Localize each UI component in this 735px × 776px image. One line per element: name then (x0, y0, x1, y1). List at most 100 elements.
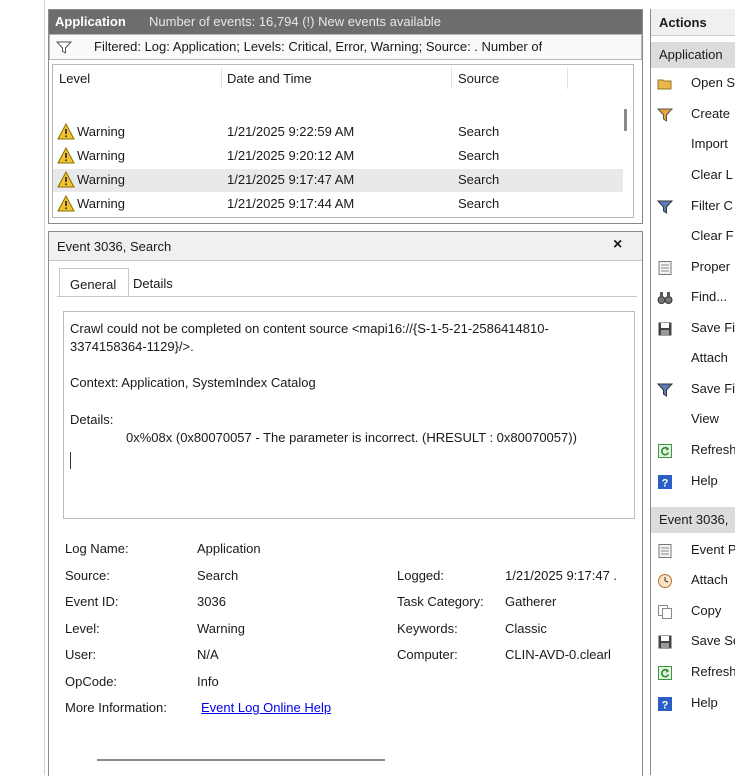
more-info-label: More Information: (65, 700, 167, 715)
warning-icon (57, 170, 75, 191)
event-count: Number of events: 16,794 (!) New events … (149, 14, 441, 29)
column-header-date[interactable]: Date and Time (227, 71, 312, 86)
actions-section-application[interactable]: Application (651, 42, 735, 68)
action-view[interactable]: View (651, 406, 735, 434)
event-id-value: 3036 (197, 594, 226, 609)
warning-icon (57, 146, 75, 167)
svg-text:?: ? (662, 478, 669, 490)
navigation-pane (0, 0, 45, 775)
action-clear-filter[interactable]: Clear F (651, 223, 735, 251)
horizontal-scrollbar[interactable] (97, 759, 385, 761)
row-source: Search (458, 172, 500, 187)
vertical-scrollbar[interactable] (624, 109, 627, 131)
action-label: Event P (691, 542, 735, 557)
column-divider[interactable] (451, 67, 452, 89)
action-event-properties[interactable]: Event P (651, 537, 735, 565)
action-help-event[interactable]: ? Help (651, 690, 735, 718)
description-line: Crawl could not be completed on content … (70, 321, 549, 336)
task-category-label: Task Category: (397, 594, 484, 609)
action-label: View (691, 411, 719, 426)
keywords-value: Classic (505, 621, 547, 636)
save-icon (657, 634, 673, 650)
properties-icon (657, 260, 673, 276)
action-refresh-event[interactable]: Refresh (651, 659, 735, 687)
log-name-value: Application (197, 541, 261, 556)
action-save-filtered-log[interactable]: Save Fi (651, 315, 735, 343)
filter-bar: Filtered: Log: Application; Levels: Crit… (49, 34, 642, 60)
filter-icon (55, 39, 73, 58)
action-save-filter[interactable]: Save Fi (651, 376, 735, 404)
close-icon[interactable]: × (613, 236, 622, 254)
detail-title: Event 3036, Search (57, 239, 172, 254)
action-label: Save Se (691, 633, 735, 648)
user-label: User: (65, 647, 97, 662)
actions-title: Actions (659, 15, 707, 30)
action-label: Proper (691, 259, 731, 274)
action-label: Help (691, 695, 718, 710)
user-value: N/A (197, 647, 219, 662)
logged-value: 1/21/2025 9:17:47 . (505, 568, 618, 583)
opcode-label: OpCode: (65, 674, 118, 689)
column-divider[interactable] (221, 67, 222, 89)
row-date: 1/21/2025 9:20:12 AM (227, 148, 355, 163)
column-divider[interactable] (567, 67, 568, 89)
filter-text: Filtered: Log: Application; Levels: Crit… (94, 39, 543, 54)
action-label: Find... (691, 289, 728, 304)
computer-label: Computer: (397, 647, 458, 662)
table-row[interactable]: Warning 1/21/2025 9:17:44 AM Search (53, 193, 623, 216)
table-row[interactable]: Warning 1/21/2025 9:22:59 AM Search (53, 121, 623, 144)
opcode-value: Info (197, 674, 219, 689)
event-log-help-link[interactable]: Event Log Online Help (201, 700, 331, 715)
table-row-selected[interactable]: Warning 1/21/2025 9:17:47 AM Search (53, 169, 623, 192)
row-level: Warning (77, 124, 125, 139)
action-label: Refresh (691, 442, 735, 457)
events-table[interactable]: Level Date and Time Source Warning 1/21/… (52, 64, 634, 218)
action-attach-task-event[interactable]: Attach (651, 567, 735, 595)
event-description[interactable]: Crawl could not be completed on content … (63, 311, 635, 519)
row-source: Search (458, 196, 500, 211)
action-label: Clear F (691, 228, 734, 243)
event-id-label: Event ID: (65, 594, 119, 609)
action-open-saved-log[interactable]: Open S (651, 70, 735, 98)
log-title: Application (55, 14, 126, 29)
row-date: 1/21/2025 9:17:47 AM (227, 172, 355, 187)
tab-general-label: General (70, 277, 117, 292)
level-label: Level: (65, 621, 100, 636)
level-value: Warning (197, 621, 245, 636)
tab-details[interactable]: Details (133, 276, 173, 291)
action-help[interactable]: ? Help (651, 468, 735, 496)
action-attach-task[interactable]: Attach (651, 345, 735, 373)
column-header-level[interactable]: Level (59, 71, 90, 86)
section-label: Application (659, 47, 723, 62)
detail-title-bar: Event 3036, Search × (49, 232, 642, 261)
action-label: Import (691, 136, 728, 151)
action-create-custom-view[interactable]: Create (651, 101, 735, 129)
action-label: Clear L (691, 167, 733, 182)
svg-text:?: ? (662, 700, 669, 712)
action-label: Open S (691, 75, 735, 90)
action-find[interactable]: Find... (651, 284, 735, 312)
action-refresh[interactable]: Refresh (651, 437, 735, 465)
folder-icon (657, 76, 673, 92)
source-value: Search (197, 568, 239, 583)
action-copy[interactable]: Copy (651, 598, 735, 626)
actions-title-bar: Actions (651, 9, 735, 36)
actions-section-event[interactable]: Event 3036, (651, 507, 735, 533)
row-source: Search (458, 148, 500, 163)
row-level: Warning (77, 148, 125, 163)
source-label: Source: (65, 568, 110, 583)
row-date: 1/21/2025 9:22:59 AM (227, 124, 355, 139)
action-save-selected-events[interactable]: Save Se (651, 628, 735, 656)
action-clear-log[interactable]: Clear L (651, 162, 735, 190)
action-filter-current-log[interactable]: Filter C (651, 193, 735, 221)
tab-general[interactable]: General (59, 268, 129, 297)
action-import-custom-view[interactable]: Import (651, 131, 735, 159)
action-properties[interactable]: Proper (651, 254, 735, 282)
action-label: Help (691, 473, 718, 488)
event-detail-panel: Event 3036, Search × General Details Cra… (48, 231, 643, 776)
refresh-icon (657, 443, 673, 459)
actions-pane: Actions Application Open S Create Import… (650, 9, 735, 775)
table-row[interactable]: Warning 1/21/2025 9:20:12 AM Search (53, 145, 623, 168)
properties-icon (657, 543, 673, 559)
column-header-source[interactable]: Source (458, 71, 499, 86)
